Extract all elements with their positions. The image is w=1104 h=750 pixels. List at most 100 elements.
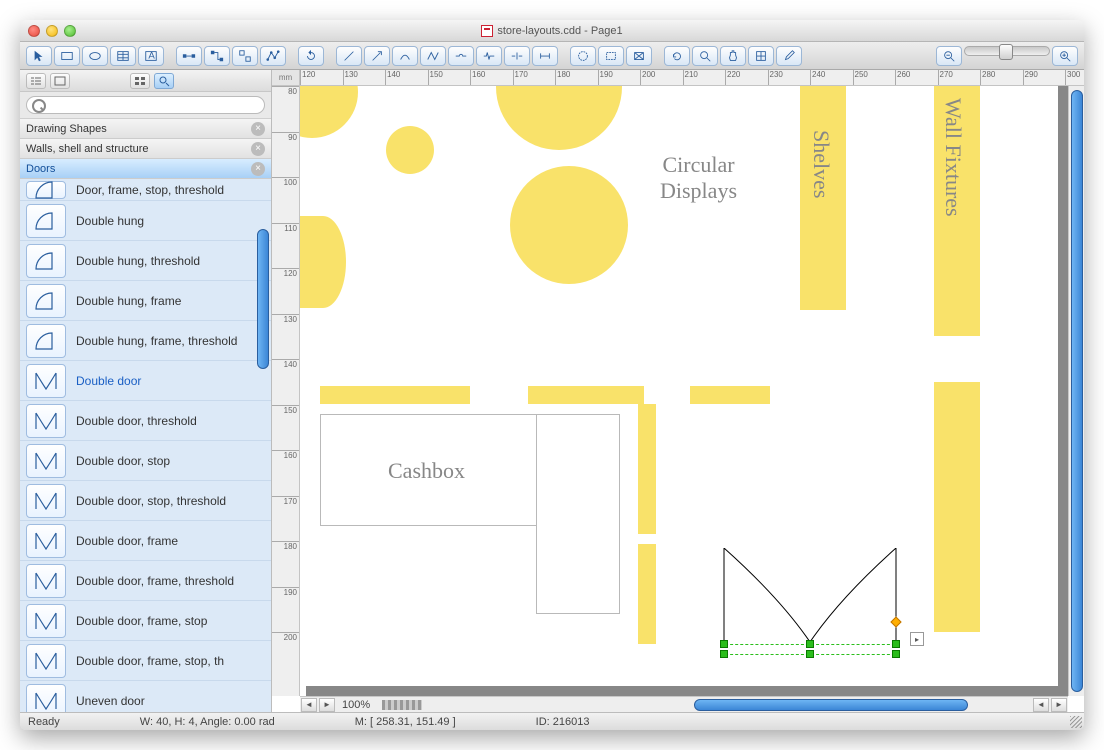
circular-display-shape[interactable] bbox=[300, 216, 346, 308]
smartshape1-button[interactable] bbox=[570, 46, 596, 66]
polyline-tool-button[interactable] bbox=[420, 46, 446, 66]
zoom-level[interactable]: 100% bbox=[336, 699, 376, 711]
fixture-bar[interactable] bbox=[690, 386, 770, 404]
resize-handle[interactable] bbox=[806, 650, 814, 658]
shape-list-item[interactable]: Double door, stop, threshold bbox=[20, 481, 271, 521]
vertical-ruler[interactable]: 8090100110120130140150160170180190200 bbox=[272, 86, 300, 696]
wall-fixtures-label: Wall Fixtures bbox=[940, 98, 966, 217]
rotate-button[interactable] bbox=[298, 46, 324, 66]
shape-list-item[interactable]: Double hung, threshold bbox=[20, 241, 271, 281]
main-toolbar: A bbox=[20, 42, 1084, 70]
fixture-bar[interactable] bbox=[528, 386, 644, 404]
shape-thumbnail bbox=[26, 181, 66, 199]
oval-tool-button[interactable] bbox=[82, 46, 108, 66]
resize-handle[interactable] bbox=[720, 640, 728, 648]
table-tool-button[interactable] bbox=[110, 46, 136, 66]
canvas-horizontal-scrollbar[interactable] bbox=[432, 699, 1028, 711]
shape-list-item[interactable]: Double door, frame, threshold bbox=[20, 561, 271, 601]
shape-label: Double hung, frame, threshold bbox=[76, 334, 237, 348]
category-close-icon[interactable]: × bbox=[251, 142, 265, 156]
shape-list-item[interactable]: Uneven door bbox=[20, 681, 271, 712]
canvas-hscroll-thumb[interactable] bbox=[694, 699, 968, 711]
shape-list-item[interactable]: Double hung bbox=[20, 201, 271, 241]
zoom-out-button[interactable] bbox=[936, 46, 962, 66]
resize-handle[interactable] bbox=[806, 640, 814, 648]
ruler-units[interactable]: mm bbox=[272, 70, 300, 86]
shape-list-item[interactable]: Double door, stop bbox=[20, 441, 271, 481]
resize-handle[interactable] bbox=[892, 650, 900, 658]
sidebar-category-doors[interactable]: Doors × bbox=[20, 159, 271, 179]
circular-display-shape[interactable] bbox=[510, 166, 628, 284]
line-tool-button[interactable] bbox=[336, 46, 362, 66]
library-tree-icon[interactable] bbox=[26, 73, 46, 89]
shape-list-item[interactable]: Double door, threshold bbox=[20, 401, 271, 441]
zoom-in-button[interactable] bbox=[1052, 46, 1078, 66]
shape-label: Uneven door bbox=[76, 694, 145, 708]
horizontal-ruler[interactable]: 1201301401501601701801902002102202302402… bbox=[300, 70, 1084, 86]
pan-button[interactable] bbox=[720, 46, 746, 66]
rectangle-tool-button[interactable] bbox=[54, 46, 80, 66]
fixture-bar[interactable] bbox=[638, 404, 656, 534]
library-search-input[interactable] bbox=[26, 96, 265, 114]
shape-list-item[interactable]: Double hung, frame, threshold bbox=[20, 321, 271, 361]
smartshape3-button[interactable] bbox=[626, 46, 652, 66]
connector1-button[interactable] bbox=[176, 46, 202, 66]
hscroll-left-button[interactable]: ◄ bbox=[1033, 698, 1049, 712]
hscroll-right-button[interactable]: ► bbox=[1051, 698, 1067, 712]
connector2-button[interactable] bbox=[204, 46, 230, 66]
resize-handle[interactable] bbox=[720, 650, 728, 658]
shape-list-item[interactable]: Door, frame, stop, threshold bbox=[20, 179, 271, 201]
dimension-tool-button[interactable] bbox=[532, 46, 558, 66]
cashbox-shape[interactable] bbox=[536, 414, 620, 614]
shape-thumbnail bbox=[26, 364, 66, 398]
sidebar-category-drawing-shapes[interactable]: Drawing Shapes × bbox=[20, 119, 271, 139]
canvas-vertical-scrollbar[interactable] bbox=[1068, 86, 1084, 696]
shape-thumbnail bbox=[26, 404, 66, 438]
double-door-object[interactable]: ▸ bbox=[720, 548, 900, 658]
break-tool-button[interactable] bbox=[504, 46, 530, 66]
status-ready: Ready bbox=[28, 716, 60, 728]
resize-handle[interactable] bbox=[892, 640, 900, 648]
wall-fixtures-shape[interactable] bbox=[934, 382, 980, 632]
category-close-icon[interactable]: × bbox=[251, 162, 265, 176]
page-next-button[interactable]: ► bbox=[319, 698, 335, 712]
shape-list-item[interactable]: Double door, frame, stop bbox=[20, 601, 271, 641]
sidebar-category-walls[interactable]: Walls, shell and structure × bbox=[20, 139, 271, 159]
library-search-icon[interactable] bbox=[154, 73, 174, 89]
extract-button[interactable] bbox=[748, 46, 774, 66]
page-prev-button[interactable]: ◄ bbox=[301, 698, 317, 712]
shape-list-item[interactable]: Double door, frame, stop, th bbox=[20, 641, 271, 681]
zoom-button[interactable] bbox=[692, 46, 718, 66]
text-tool-button[interactable]: A bbox=[138, 46, 164, 66]
shape-list-item[interactable]: Double door bbox=[20, 361, 271, 401]
smartshape2-button[interactable] bbox=[598, 46, 624, 66]
library-grid-icon[interactable] bbox=[130, 73, 150, 89]
category-close-icon[interactable]: × bbox=[251, 122, 265, 136]
circular-display-shape[interactable] bbox=[386, 126, 434, 174]
jump-tool-button[interactable] bbox=[448, 46, 474, 66]
library-list-icon[interactable] bbox=[50, 73, 70, 89]
eyedropper-button[interactable] bbox=[776, 46, 802, 66]
drawing-canvas[interactable]: Circular Displays Shelves Wall Fixtures … bbox=[300, 86, 1068, 696]
pointer-tool-button[interactable] bbox=[26, 46, 52, 66]
shape-list-item[interactable]: Double door, frame bbox=[20, 521, 271, 561]
arrow-tool-button[interactable] bbox=[364, 46, 390, 66]
sidebar-scrollbar[interactable] bbox=[257, 179, 269, 712]
sidebar-scroll-thumb[interactable] bbox=[257, 229, 269, 369]
arc-tool-button[interactable] bbox=[476, 46, 502, 66]
shape-list-item[interactable]: Double hung, frame bbox=[20, 281, 271, 321]
window-resize-grip[interactable] bbox=[1070, 716, 1082, 728]
canvas-vscroll-thumb[interactable] bbox=[1071, 90, 1083, 692]
fixture-bar[interactable] bbox=[638, 544, 656, 644]
fixture-bar[interactable] bbox=[320, 386, 470, 404]
page-tabs[interactable] bbox=[382, 700, 422, 710]
edit-points-button[interactable] bbox=[260, 46, 286, 66]
refresh-button[interactable] bbox=[664, 46, 690, 66]
shape-label: Double hung bbox=[76, 214, 144, 228]
zoom-slider[interactable] bbox=[964, 46, 1050, 56]
smart-tag-button[interactable]: ▸ bbox=[910, 632, 924, 646]
curve-tool-button[interactable] bbox=[392, 46, 418, 66]
cashbox-label: Cashbox bbox=[388, 458, 465, 484]
align-button[interactable] bbox=[232, 46, 258, 66]
shape-label: Double door, frame, stop bbox=[76, 614, 207, 628]
